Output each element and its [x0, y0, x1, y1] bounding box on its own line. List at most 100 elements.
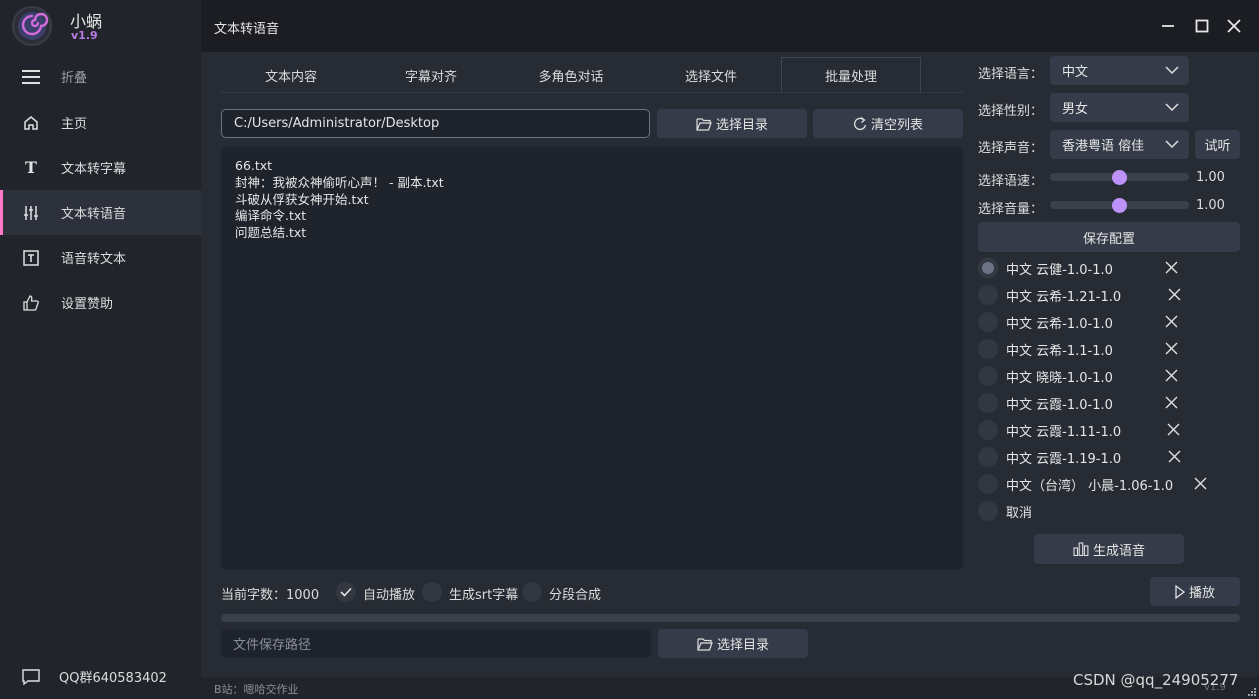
gender-label: 选择性别： — [978, 104, 1044, 119]
preset-label: 中文 云希-1.1-1.0 — [1006, 343, 1113, 359]
auto-play-label: 自动播放 — [363, 588, 416, 603]
generate-speech-button[interactable]: 生成语音 — [1034, 534, 1184, 564]
clear-list-button[interactable]: 清空列表 — [813, 109, 963, 138]
chevron-down-icon — [1165, 103, 1179, 112]
gender-value: 男女 — [1062, 102, 1089, 117]
preset-label: 中文 云希-1.0-1.0 — [1006, 316, 1113, 332]
bar-chart-icon — [1073, 542, 1089, 556]
preset-item[interactable]: 中文 晓晓-1.0-1.0 — [978, 364, 1208, 388]
file-list-item[interactable]: 编译命令.txt — [235, 208, 949, 225]
preset-radio[interactable] — [978, 285, 998, 305]
volume-value: 1.00 — [1196, 198, 1225, 213]
close-icon[interactable] — [1165, 396, 1178, 409]
preset-item[interactable]: 中文 云霞-1.11-1.0 — [978, 418, 1208, 442]
preset-label: 中文 云希-1.21-1.0 — [1006, 289, 1122, 305]
folder-open-icon — [697, 637, 713, 651]
close-icon[interactable] — [1165, 369, 1178, 382]
preset-label: 中文 云霞-1.19-1.0 — [1006, 451, 1122, 467]
file-list-item[interactable]: 问题总结.txt — [235, 225, 949, 242]
file-list-item[interactable]: 斗破从俘获女神开始.txt — [235, 192, 949, 209]
play-icon — [1175, 584, 1185, 599]
close-icon[interactable] — [1194, 477, 1207, 490]
volume-slider-handle[interactable] — [1112, 198, 1127, 213]
close-button[interactable] — [1222, 14, 1246, 38]
directory-input[interactable]: C:/Users/Administrator/Desktop — [221, 109, 650, 138]
sidebar-item-label: 语音转文本 — [61, 252, 127, 267]
preset-radio[interactable] — [978, 393, 998, 413]
preset-radio[interactable] — [978, 258, 998, 278]
thumbs-up-icon — [22, 294, 40, 312]
preset-radio[interactable] — [978, 420, 998, 440]
sidebar-item-speech-to-text[interactable]: 语音转文本 — [0, 235, 201, 280]
tab-multi-role[interactable]: 多角色对话 — [501, 57, 641, 93]
sidebar-item-qq-group[interactable]: QQ群640583402 — [0, 654, 201, 699]
preset-radio[interactable] — [978, 366, 998, 386]
gen-srt-checkbox[interactable] — [422, 582, 442, 602]
text-box-icon — [22, 249, 40, 267]
file-list[interactable]: 66.txt 封神：我被众神偷听心声！ - 副本.txt 斗破从俘获女神开始.t… — [221, 147, 963, 570]
preset-radio[interactable] — [978, 447, 998, 467]
preset-radio[interactable] — [978, 501, 998, 521]
auto-play-checkbox[interactable] — [336, 582, 356, 602]
play-button[interactable]: 播放 — [1150, 577, 1240, 606]
tab-subtitle-align[interactable]: 字幕对齐 — [361, 57, 501, 93]
text-t-icon: T — [25, 158, 37, 177]
volume-label: 选择音量： — [978, 202, 1044, 217]
maximize-button[interactable] — [1190, 14, 1214, 38]
preset-item[interactable]: 中文（台湾） 小晨-1.06-1.0 — [978, 472, 1238, 496]
speed-value: 1.00 — [1196, 170, 1225, 185]
preset-label: 中文 云霞-1.11-1.0 — [1006, 424, 1122, 440]
listen-button[interactable]: 试听 — [1195, 130, 1240, 159]
close-icon[interactable] — [1168, 288, 1181, 301]
title-bar — [201, 0, 1259, 52]
tab-divider — [221, 92, 963, 93]
language-value: 中文 — [1062, 65, 1089, 80]
minimize-button[interactable] — [1156, 14, 1180, 38]
voice-select[interactable]: 香港粤语 傛佳 — [1050, 130, 1189, 159]
preset-item[interactable]: 中文 云霞-1.0-1.0 — [978, 391, 1208, 415]
gender-select[interactable]: 男女 — [1050, 93, 1189, 122]
sidebar-item-text-to-speech[interactable]: 文本转语音 — [0, 190, 201, 235]
watermark-text: CSDN @qq_24905277 — [1073, 671, 1239, 689]
preset-item[interactable]: 中文 云希-1.0-1.0 — [978, 310, 1208, 334]
file-list-item[interactable]: 66.txt — [235, 158, 949, 175]
sidebar-footer-label: QQ群640583402 — [59, 671, 167, 686]
file-list-item[interactable]: 封神：我被众神偷听心声！ - 副本.txt — [235, 175, 949, 192]
close-icon[interactable] — [1168, 450, 1181, 463]
preset-item[interactable]: 中文 云霞-1.19-1.0 — [978, 445, 1208, 469]
preset-radio[interactable] — [978, 474, 998, 494]
choose-dir-label: 选择目录 — [715, 118, 768, 133]
speed-slider-handle[interactable] — [1112, 170, 1127, 185]
chevron-down-icon — [1165, 66, 1179, 75]
tab-batch[interactable]: 批量处理 — [781, 57, 921, 93]
preset-item[interactable]: 中文 云健-1.0-1.0 — [978, 256, 1208, 280]
sidebar-item-label: 文本转语音 — [61, 207, 127, 222]
tab-text-content[interactable]: 文本内容 — [221, 57, 361, 93]
close-icon[interactable] — [1167, 423, 1180, 436]
preset-item[interactable]: 中文 云希-1.1-1.0 — [978, 337, 1208, 361]
close-icon[interactable] — [1165, 261, 1178, 274]
language-select[interactable]: 中文 — [1050, 56, 1189, 85]
sidebar-item-home[interactable]: 主页 — [0, 100, 201, 145]
preset-radio[interactable] — [978, 339, 998, 359]
preset-item[interactable]: 中文 云希-1.21-1.0 — [978, 283, 1208, 307]
sidebar-toggle[interactable]: 折叠 — [0, 54, 201, 99]
close-icon[interactable] — [1165, 315, 1178, 328]
segment-checkbox[interactable] — [522, 582, 542, 602]
resize-grip-icon[interactable] — [1247, 687, 1257, 697]
preset-radio[interactable] — [978, 312, 998, 332]
close-icon[interactable] — [1165, 342, 1178, 355]
choose-dir-button[interactable]: 选择目录 — [657, 109, 807, 138]
sidebar-item-text-to-subtitle[interactable]: T 文本转字幕 — [0, 145, 201, 190]
sliders-icon — [22, 204, 40, 222]
speed-label: 选择语速： — [978, 174, 1044, 189]
sidebar-item-settings-sponsor[interactable]: 设置赞助 — [0, 280, 201, 325]
save-config-button[interactable]: 保存配置 — [978, 222, 1240, 252]
tab-select-file[interactable]: 选择文件 — [641, 57, 781, 93]
save-path-input[interactable]: 文件保存路径 — [221, 629, 651, 658]
progress-bar — [221, 614, 1240, 622]
sidebar-item-label: 设置赞助 — [61, 297, 114, 312]
play-label: 播放 — [1188, 586, 1215, 601]
save-choose-dir-button[interactable]: 选择目录 — [658, 629, 808, 658]
preset-cancel-item[interactable]: 取消 — [978, 499, 1208, 523]
